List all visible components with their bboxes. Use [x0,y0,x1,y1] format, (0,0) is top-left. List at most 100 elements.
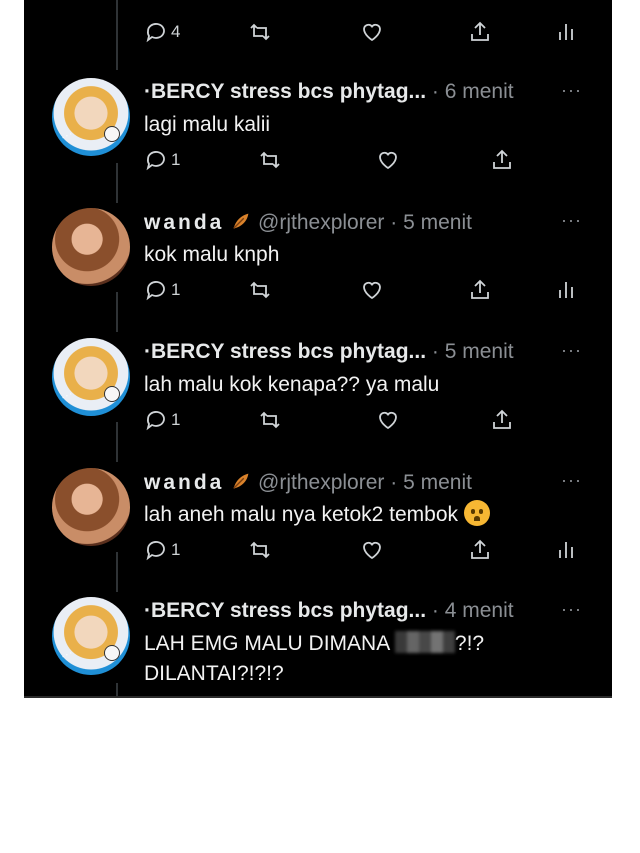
avatar[interactable]: · · · [52,597,130,675]
analytics-icon [559,542,573,558]
retweet-button[interactable] [258,406,282,434]
reply-button[interactable]: 1 [144,146,180,174]
timestamp: · 5 menit [431,340,514,363]
like-button[interactable] [376,406,400,434]
tweet-text: lah aneh malu nya ketok2 tembok [144,503,459,526]
tweet-header: wanda @rjthexplorer · 5 menit [144,210,594,236]
retweet-icon [260,411,280,429]
share-icon [471,539,489,559]
timestamp: · 4 menit [431,599,514,622]
share-icon [471,21,489,41]
timestamp: · 5 menit [390,211,472,234]
retweet-icon [260,151,280,169]
leaf-emoji-icon [233,213,249,229]
tweet-item[interactable]: wanda @rjthexplorer · 5 menit ··· lah an… [24,468,612,588]
more-options-icon[interactable]: ··· [561,340,582,361]
more-options-icon[interactable]: ··· [561,80,582,101]
heart-icon [363,23,381,42]
heart-icon [363,281,381,300]
share-button[interactable] [468,18,492,46]
tweet-text-line: lah aneh malu nya ketok2 tembok [144,500,574,530]
tweet-item[interactable]: · · · ·BERCY stress bcs phytag... · 6 me… [24,78,612,198]
tweet-text: lah malu kok kenapa?? ya malu [144,373,440,396]
retweet-button[interactable] [248,536,272,564]
reply-count: 1 [171,410,181,429]
avatar[interactable]: · · · [52,78,130,156]
retweet-button[interactable] [248,276,272,304]
analytics-button[interactable] [554,536,578,564]
share-icon [493,149,511,169]
like-button[interactable] [376,146,400,174]
reply-count: 1 [171,540,181,559]
share-button[interactable] [490,146,514,174]
screenshot-bottom-border [24,696,612,698]
tweet-cropped[interactable]: ... 4 [24,0,612,60]
more-options-icon[interactable]: ··· [561,470,582,491]
tweet-actions: 1 [144,276,584,308]
reply-icon [146,281,165,301]
reply-button[interactable]: 1 [144,536,180,564]
like-button[interactable] [360,536,384,564]
retweet-icon [250,541,270,559]
share-button[interactable] [490,406,514,434]
reply-button[interactable]: 1 [144,276,180,304]
timestamp: · 6 menit [431,80,514,103]
tweet-actions: 1 [144,406,584,438]
twitter-thread-screen: ... 4 · · · ·BERCY stress bcs phytag... [24,0,612,698]
handle[interactable]: @rjthexplorer [258,211,384,234]
like-button[interactable] [360,18,384,46]
frowning-face-emoji-icon [463,500,490,526]
tweet-item[interactable]: · · · ·BERCY stress bcs phytag... · 4 me… [24,597,612,698]
avatar[interactable] [52,208,130,286]
tweet-actions: 1 [144,536,584,568]
heart-icon [363,541,381,560]
reply-icon [146,23,165,43]
heart-icon [379,151,397,170]
retweet-icon [250,23,270,41]
reply-count: 4 [171,22,181,41]
tweet-header: wanda @rjthexplorer · 5 menit [144,470,594,496]
share-icon [493,409,511,429]
display-name[interactable]: ·BERCY stress bcs phytag... [144,340,426,363]
tweet-actions: 1 [144,146,584,178]
reply-button[interactable]: 4 [144,18,180,46]
reply-count: 1 [171,150,181,169]
retweet-button[interactable] [258,146,282,174]
reply-icon [146,541,165,561]
reply-button[interactable]: 1 [144,406,180,434]
tweet-text-block: LAH EMG MALU DIMANA ?!? DILANTAI?!?!? [144,629,574,689]
tweet-header: ·BERCY stress bcs phytag... · 4 menit [144,599,594,625]
timestamp: · 5 menit [390,471,472,494]
tweet-item[interactable]: · · · ·BERCY stress bcs phytag... · 5 me… [24,338,612,458]
tweet-text: LAH EMG MALU DIMANA [144,632,390,655]
analytics-button[interactable] [554,276,578,304]
display-name[interactable]: ·BERCY stress bcs phytag... [144,599,426,622]
analytics-icon [559,282,573,298]
tweet-header: ·BERCY stress bcs phytag... · 5 menit [144,340,594,366]
share-button[interactable] [468,536,492,564]
censored-word [394,631,455,653]
share-icon [471,279,489,299]
tweet-actions: 4 [144,18,584,50]
more-options-icon[interactable]: ··· [561,599,582,620]
reply-icon [146,151,165,171]
display-name[interactable]: wanda [144,211,224,234]
display-name[interactable]: wanda [144,471,224,494]
leaf-emoji-icon [233,473,249,489]
avatar[interactable] [52,468,130,546]
retweet-button[interactable] [248,18,272,46]
avatar[interactable]: · · · [52,338,130,416]
tweet-text: lagi malu kalii [144,113,271,136]
share-button[interactable] [468,276,492,304]
heart-icon [379,411,397,430]
handle[interactable]: @rjthexplorer [258,471,384,494]
retweet-icon [250,281,270,299]
analytics-button[interactable] [554,18,578,46]
more-options-icon[interactable]: ··· [561,210,582,231]
reply-icon [146,411,165,431]
like-button[interactable] [360,276,384,304]
display-name[interactable]: ·BERCY stress bcs phytag... [144,80,426,103]
tweet-item[interactable]: wanda @rjthexplorer · 5 menit ··· kok ma… [24,208,612,328]
tweet-text-suffix: ?!? [454,632,485,655]
tweet-header: ·BERCY stress bcs phytag... · 6 menit [144,80,594,106]
